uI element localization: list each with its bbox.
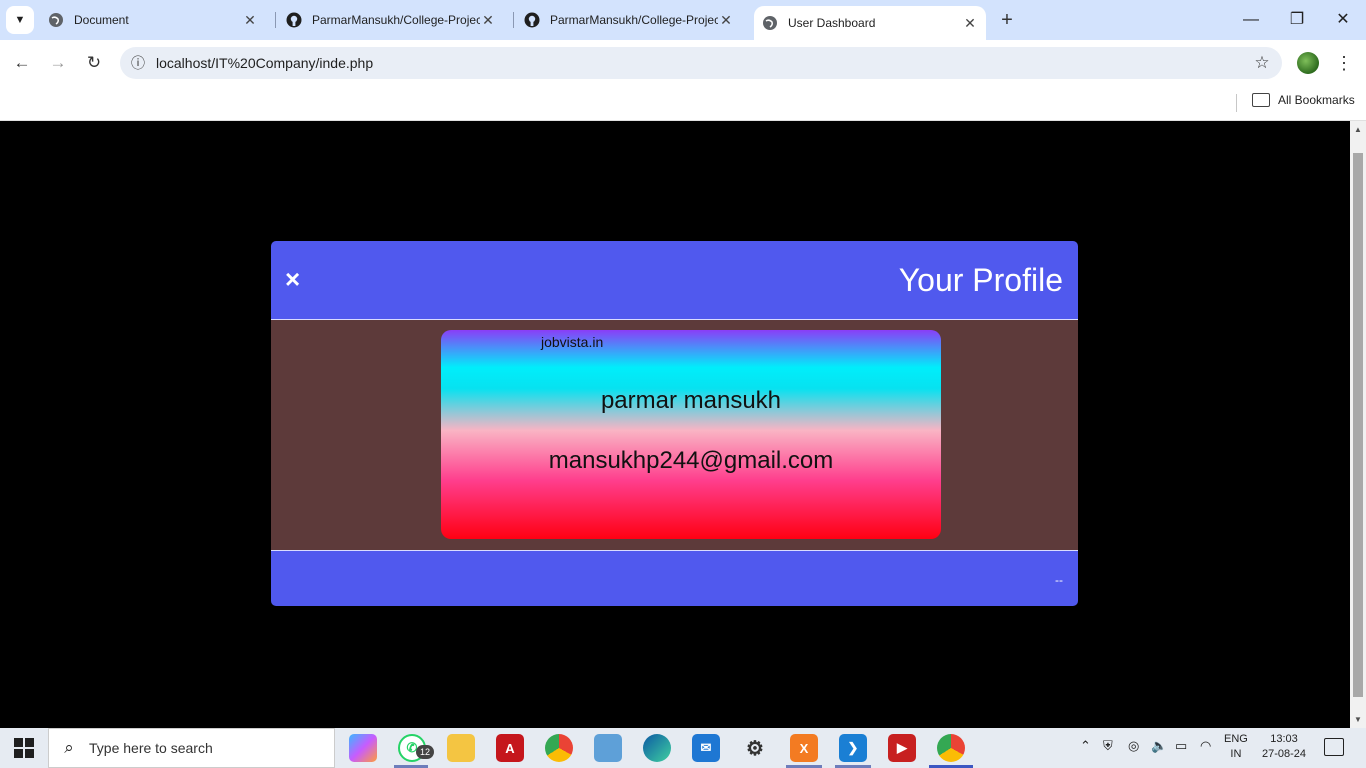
all-bookmarks-label: All Bookmarks xyxy=(1278,93,1355,107)
restore-icon: ❐ xyxy=(1289,11,1305,28)
tab-github-2[interactable]: ParmarMansukh/College-Projec ✕ xyxy=(516,0,742,40)
copilot-icon[interactable] xyxy=(349,734,377,762)
profile-avatar[interactable] xyxy=(1297,52,1319,74)
reload-icon: ↻ xyxy=(86,53,102,72)
close-icon[interactable]: ✕ xyxy=(962,15,978,32)
restore-button[interactable]: ❐ xyxy=(1274,8,1320,32)
card-brand: jobvista.in xyxy=(541,334,604,350)
wifi-icon[interactable]: ◠ xyxy=(1200,738,1211,754)
arrow-right-icon: → xyxy=(49,53,67,72)
chevron-down-icon: ▼ xyxy=(14,14,26,26)
tab-title: ParmarMansukh/College-Projec xyxy=(550,13,718,27)
scroll-up-icon[interactable]: ▲ xyxy=(1350,125,1366,134)
globe-icon xyxy=(48,12,64,28)
modal-body: jobvista.in parmar mansukh mansukhp244@g… xyxy=(271,320,1078,551)
user-name: parmar mansukh xyxy=(600,387,782,414)
more-vert-icon: ⋮ xyxy=(1335,53,1353,73)
system-clock[interactable]: 13:03 27-08-24 xyxy=(1256,732,1312,762)
edge-icon[interactable] xyxy=(643,734,671,762)
browser-menu-button[interactable]: ⋮ xyxy=(1334,50,1354,76)
close-modal-button[interactable]: × xyxy=(285,263,300,295)
bookmarks-bar: All Bookmarks xyxy=(0,86,1366,121)
new-tab-button[interactable]: + xyxy=(996,8,1018,32)
tab-search-button[interactable]: ▼ xyxy=(6,6,34,34)
notification-center-icon[interactable] xyxy=(1324,738,1344,756)
control-panel-icon[interactable] xyxy=(594,734,622,762)
meet-now-icon[interactable]: ◎ xyxy=(1128,738,1139,754)
tab-strip: ▼ Document ✕ ParmarMansukh/College-Proje… xyxy=(0,0,1366,40)
github-icon xyxy=(286,12,302,28)
footer-text: -- xyxy=(1055,573,1063,587)
search-icon: ⌕ xyxy=(64,738,74,757)
folder-icon xyxy=(1252,93,1270,107)
plus-icon: + xyxy=(1001,9,1013,31)
user-email: mansukhp244@gmail.com xyxy=(548,447,834,474)
mail-icon[interactable]: ✉ xyxy=(692,734,720,762)
back-button[interactable]: ← xyxy=(9,50,35,76)
battery-icon[interactable]: ▭ xyxy=(1175,738,1187,754)
language-indicator[interactable]: ENG IN xyxy=(1224,732,1248,762)
close-window-button[interactable]: ✕ xyxy=(1320,8,1366,32)
search-placeholder: Type here to search xyxy=(89,740,213,756)
page-scrollbar[interactable]: ▲ ▼ xyxy=(1350,121,1366,728)
volume-icon[interactable]: 🔈 xyxy=(1151,738,1167,754)
acrobat-icon[interactable]: A xyxy=(496,734,524,762)
bookmark-star-icon[interactable]: ☆ xyxy=(1242,53,1282,73)
modal-header: × Your Profile xyxy=(271,241,1078,320)
tab-user-dashboard[interactable]: User Dashboard ✕ xyxy=(754,6,986,40)
tab-title: Document xyxy=(74,13,129,27)
lang-code: ENG xyxy=(1224,733,1248,745)
media-player-icon[interactable]: ▶ xyxy=(888,734,916,762)
xampp-icon[interactable]: X xyxy=(790,734,818,762)
profile-modal: × Your Profile jobvista.in parmar mansuk… xyxy=(271,241,1078,606)
globe-icon xyxy=(762,15,778,31)
close-icon: ✕ xyxy=(1336,11,1350,28)
windows-logo-icon xyxy=(14,738,23,747)
github-icon xyxy=(524,12,540,28)
browser-toolbar: ← → ↻ ⓘ localhost/IT%20Company/inde.php … xyxy=(0,40,1366,86)
tab-document[interactable]: Document ✕ xyxy=(40,0,266,40)
tab-divider xyxy=(513,12,514,28)
vscode-icon[interactable]: ❯ xyxy=(839,734,867,762)
minimize-icon: — xyxy=(1243,11,1259,28)
forward-button[interactable]: → xyxy=(45,50,71,76)
profile-card: jobvista.in parmar mansukh mansukhp244@g… xyxy=(441,330,941,539)
chrome-active-icon[interactable] xyxy=(937,734,965,762)
close-icon[interactable]: ✕ xyxy=(480,12,496,29)
tab-title: ParmarMansukh/College-Projec xyxy=(312,13,480,27)
reload-button[interactable]: ↻ xyxy=(81,50,107,76)
address-bar[interactable]: ⓘ localhost/IT%20Company/inde.php ☆ xyxy=(120,47,1282,79)
modal-title: Your Profile xyxy=(898,262,1063,298)
taskbar-search[interactable]: ⌕ Type here to search xyxy=(48,728,335,768)
all-bookmarks-button[interactable]: All Bookmarks xyxy=(1252,93,1355,107)
modal-footer: -- xyxy=(271,551,1078,606)
settings-gear-icon[interactable]: ⚙ xyxy=(741,734,769,762)
tab-divider xyxy=(275,12,276,28)
windows-start-button[interactable] xyxy=(14,738,34,758)
windows-taskbar: ⌕ Type here to search ✆ A ✉ ⚙ X ❯ ▶ ⌃ ⛨ … xyxy=(0,728,1366,768)
site-info-icon[interactable]: ⓘ xyxy=(120,53,156,73)
url-text[interactable]: localhost/IT%20Company/inde.php xyxy=(156,55,1242,71)
bookmarks-divider xyxy=(1236,94,1237,112)
minimize-button[interactable]: — xyxy=(1228,8,1274,32)
clock-date: 27-08-24 xyxy=(1261,748,1307,760)
chevron-up-icon[interactable]: ⌃ xyxy=(1080,738,1091,754)
whatsapp-badge: 12 xyxy=(416,745,434,759)
close-icon[interactable]: ✕ xyxy=(718,12,734,29)
security-icon[interactable]: ⛨ xyxy=(1103,738,1113,754)
clock-time: 13:03 xyxy=(1270,733,1298,745)
tab-github-1[interactable]: ParmarMansukh/College-Projec ✕ xyxy=(278,0,504,40)
file-explorer-icon[interactable] xyxy=(447,734,475,762)
scroll-thumb[interactable] xyxy=(1353,153,1363,697)
chrome-icon[interactable] xyxy=(545,734,573,762)
close-icon[interactable]: ✕ xyxy=(242,12,258,29)
lang-region: IN xyxy=(1230,748,1242,760)
scroll-down-icon[interactable]: ▼ xyxy=(1350,715,1366,724)
arrow-left-icon: ← xyxy=(13,53,31,72)
page-viewport: × Your Profile jobvista.in parmar mansuk… xyxy=(0,121,1350,728)
tab-title: User Dashboard xyxy=(788,16,876,30)
